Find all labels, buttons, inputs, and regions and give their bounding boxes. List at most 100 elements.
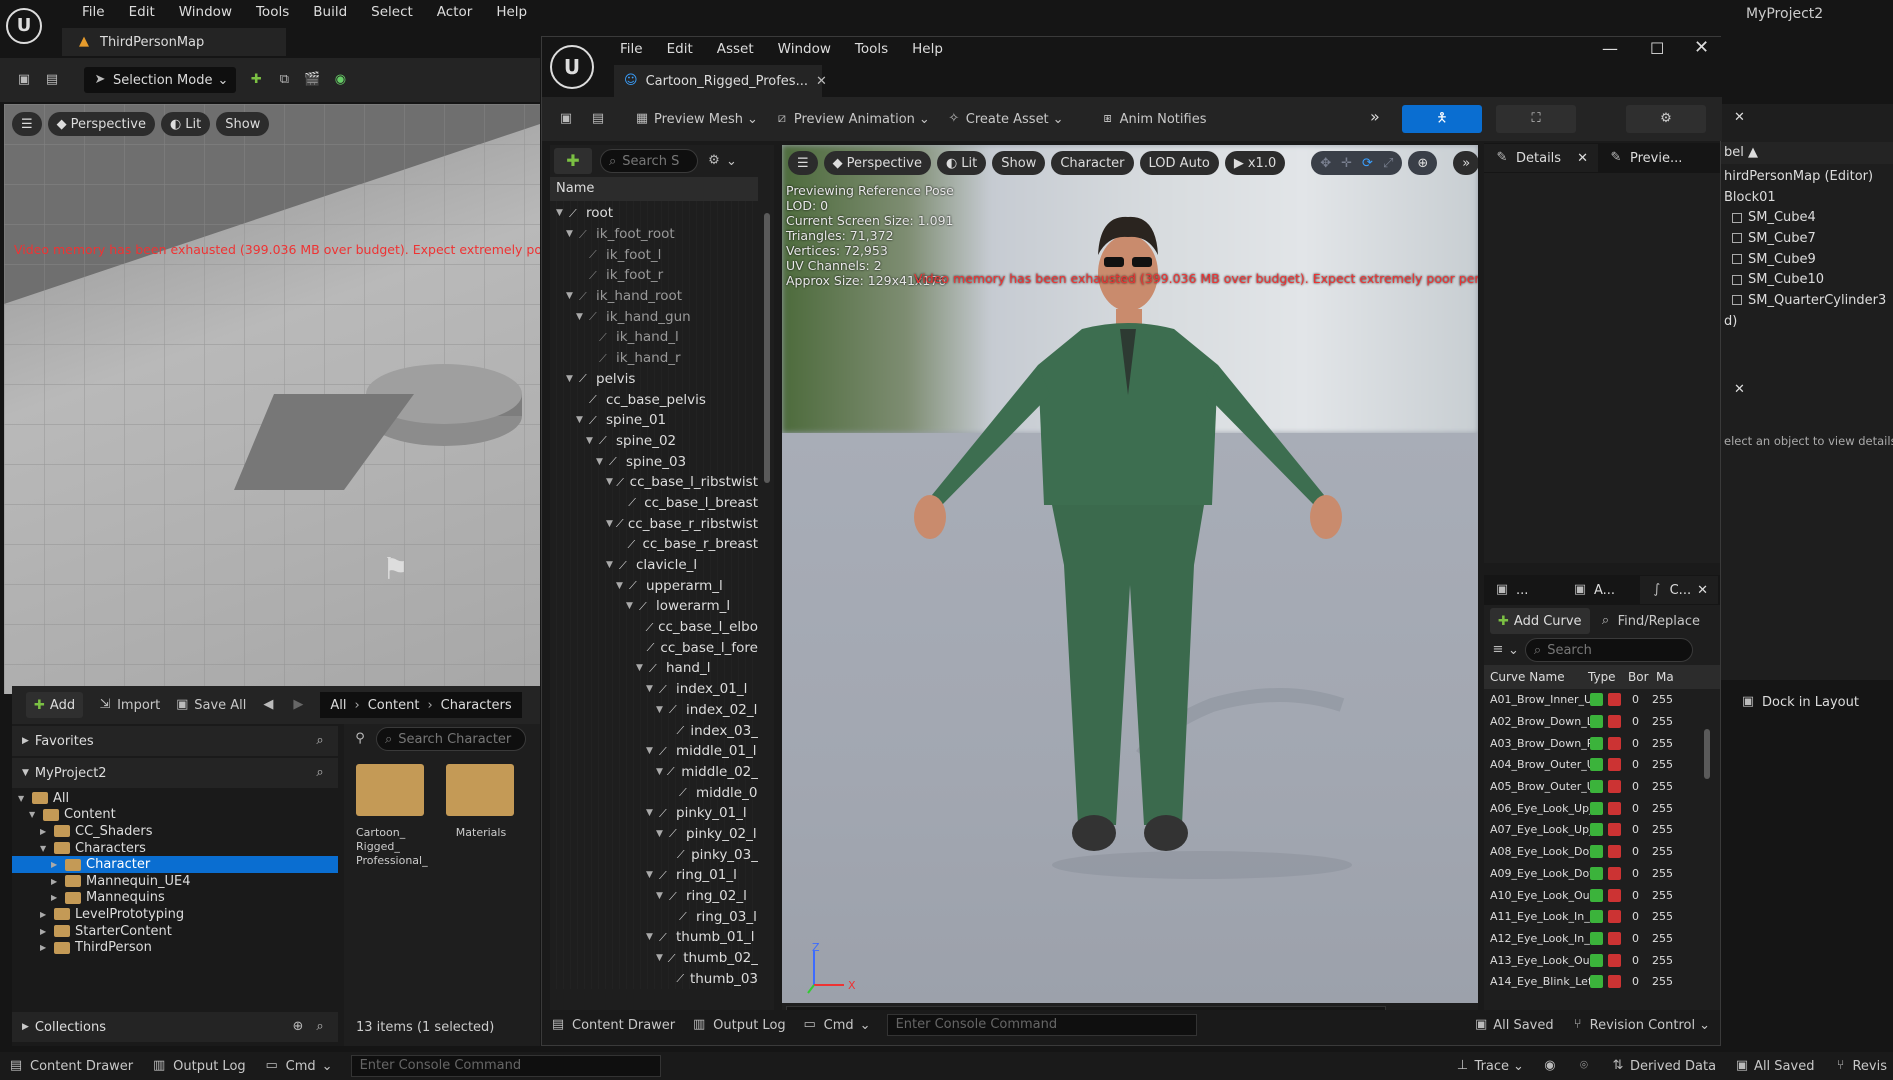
project-header[interactable]: ▼ MyProject2 ⌕ [12,758,338,788]
record-icon[interactable]: ◉ [1542,1058,1558,1074]
menu-help[interactable]: Help [484,4,539,20]
material-icon[interactable] [1608,866,1621,880]
menu-file[interactable]: File [608,41,655,57]
output-log-button[interactable]: ▥ Output Log [151,1058,246,1074]
chevron-down-icon[interactable]: ▼ [18,794,28,803]
mesh-mode-button[interactable]: ⛶ [1496,105,1576,133]
main-all-saved-button[interactable]: ▣ All Saved [1734,1058,1815,1074]
chevron-down-icon[interactable]: ▼ [566,374,576,384]
asset-folder-cartoon[interactable]: Cartoon_ Rigged_ Professional_ [356,764,428,868]
curve-panel-tab[interactable]: ▣... [1484,576,1562,604]
curve-row[interactable]: A11_Eye_Look_In_ 0 255 [1484,906,1720,928]
menu-edit[interactable]: Edit [117,4,167,20]
chevron-right-icon[interactable]: ▶ [51,877,61,886]
skel-output-log-button[interactable]: ▥ Output Log [691,1017,786,1033]
bone-row[interactable]: ▼ ⟋ middle_01_l [556,741,758,762]
menu-tools[interactable]: Tools [843,41,900,57]
morph-target-icon[interactable] [1590,801,1603,815]
bone-row[interactable]: ⟋ cc_base_r_breast [556,534,758,555]
tree-scrollbar[interactable] [764,213,770,483]
outliner-item[interactable]: SM_Cube10 [1720,269,1893,290]
material-icon[interactable] [1608,888,1621,902]
chevron-down-icon[interactable]: ▼ [646,870,656,880]
material-icon[interactable] [1608,715,1621,729]
tree-header[interactable]: Name [550,177,758,201]
save-icon[interactable]: ▣ [16,72,32,88]
curve-row[interactable]: A08_Eye_Look_Dov 0 255 [1484,841,1720,863]
morph-target-icon[interactable] [1590,715,1603,729]
morph-target-icon[interactable] [1590,888,1603,902]
cmd-button[interactable]: ▭ Cmd ⌄ [264,1058,333,1074]
bone-row[interactable]: ▼ ⟋ ik_foot_root [556,224,758,245]
morph-target-icon[interactable] [1590,866,1603,880]
bone-row[interactable]: ⟋ thumb_03 [556,968,758,989]
bone-row[interactable]: ⟋ ik_foot_l [556,244,758,265]
morph-target-icon[interactable] [1590,953,1603,967]
outliner-item[interactable]: SM_Cube7 [1720,228,1893,249]
bone-row[interactable]: ▼ ⟋ index_02_l [556,700,758,721]
preview-show-button[interactable]: Show [992,151,1046,175]
morph-target-icon[interactable] [1590,736,1603,750]
curve-row[interactable]: A13_Eye_Look_Ou 0 255 [1484,949,1720,971]
bone-row[interactable]: ▼ ⟋ ring_01_l [556,865,758,886]
chevron-right-icon[interactable]: ▶ [51,893,61,902]
unreal-logo-icon[interactable]: U [6,8,42,44]
skeleton-search-input[interactable]: ⌕ Search S [600,149,698,173]
chevron-down-icon[interactable]: ▼ [606,560,616,570]
chevron-down-icon[interactable]: ▼ [656,953,665,963]
bone-row[interactable]: ▼ ⟋ spine_01 [556,410,758,431]
breadcrumb-item[interactable]: Content [368,698,420,713]
material-icon[interactable] [1608,931,1621,945]
outliner-column-header[interactable]: bel ▲ [1720,142,1893,164]
chevron-down-icon[interactable]: ▼ [606,519,613,529]
bone-row[interactable]: ⟋ cc_base_l_elbo [556,617,758,638]
material-icon[interactable] [1608,910,1621,924]
bone-row[interactable]: ▼ ⟋ index_01_l [556,679,758,700]
chevron-right-icon[interactable]: ▶ [51,860,61,869]
skel-content-drawer-button[interactable]: ▤ Content Drawer [550,1017,675,1033]
more-tools-icon[interactable]: » [1370,107,1380,126]
outliner-item[interactable]: SM_Cube4 [1720,207,1893,228]
bone-row[interactable]: ⟋ ring_03_l [556,906,758,927]
curve-panel-tab[interactable]: ∫ C... ✕ [1640,576,1718,604]
level-viewport-menu-button[interactable]: ☰ [12,112,42,136]
search-icon[interactable]: ⌕ [312,733,328,749]
chevron-down-icon[interactable]: ▼ [656,767,664,777]
bone-row[interactable]: ⟋ cc_base_l_breast [556,493,758,514]
add-bone-button[interactable]: ✚ [554,148,592,174]
maximize-button[interactable]: ☐ [1650,39,1664,58]
close-tab-icon[interactable]: ✕ [1577,151,1588,166]
menu-select[interactable]: Select [359,4,425,20]
curve-name-header[interactable]: Curve Name [1484,670,1584,684]
revision-control-button[interactable]: ⑂ Revis [1832,1058,1893,1074]
morph-target-icon[interactable] [1590,931,1603,945]
folder-item[interactable]: ▼ All [12,790,338,807]
curve-row[interactable]: A12_Eye_Look_In_ 0 255 [1484,928,1720,950]
chevron-down-icon[interactable]: ▼ [576,415,586,425]
back-icon[interactable]: ◀ [260,697,276,713]
curve-row[interactable]: A04_Brow_Outer_U 0 255 [1484,754,1720,776]
morph-target-icon[interactable] [1590,780,1603,794]
blueprint-icon[interactable]: ⧉ [276,72,292,88]
material-icon[interactable] [1608,693,1621,707]
camera-icon[interactable]: ⌾ [1576,1058,1592,1074]
menu-window[interactable]: Window [167,4,244,20]
preview-settings-tab[interactable]: ✎ Previe... [1598,144,1692,172]
menu-build[interactable]: Build [301,4,359,20]
menu-file[interactable]: File [70,4,117,20]
bone-row[interactable]: ▼ ⟋ pinky_01_l [556,803,758,824]
chevron-down-icon[interactable]: ▼ [40,844,50,853]
chevron-down-icon[interactable]: ▼ [596,457,606,467]
content-drawer-button[interactable]: ▤ Content Drawer [8,1058,133,1074]
menu-tools[interactable]: Tools [244,4,301,20]
collections-header[interactable]: ▶ Collections ⊕ ⌕ [12,1012,338,1042]
chevron-down-icon[interactable]: ▼ [606,477,613,487]
chevron-down-icon[interactable]: ▼ [616,581,626,591]
preview-speed-button[interactable]: ▶ x1.0 [1224,151,1286,175]
menu-window[interactable]: Window [766,41,843,57]
folder-item[interactable]: ▶ Mannequins [12,890,338,907]
close-tab-icon[interactable]: ✕ [1697,583,1708,598]
curve-row[interactable]: A05_Brow_Outer_U 0 255 [1484,776,1720,798]
browse-icon[interactable]: ▤ [44,72,60,88]
bone-row[interactable]: ⟋ pinky_03_ [556,844,758,865]
